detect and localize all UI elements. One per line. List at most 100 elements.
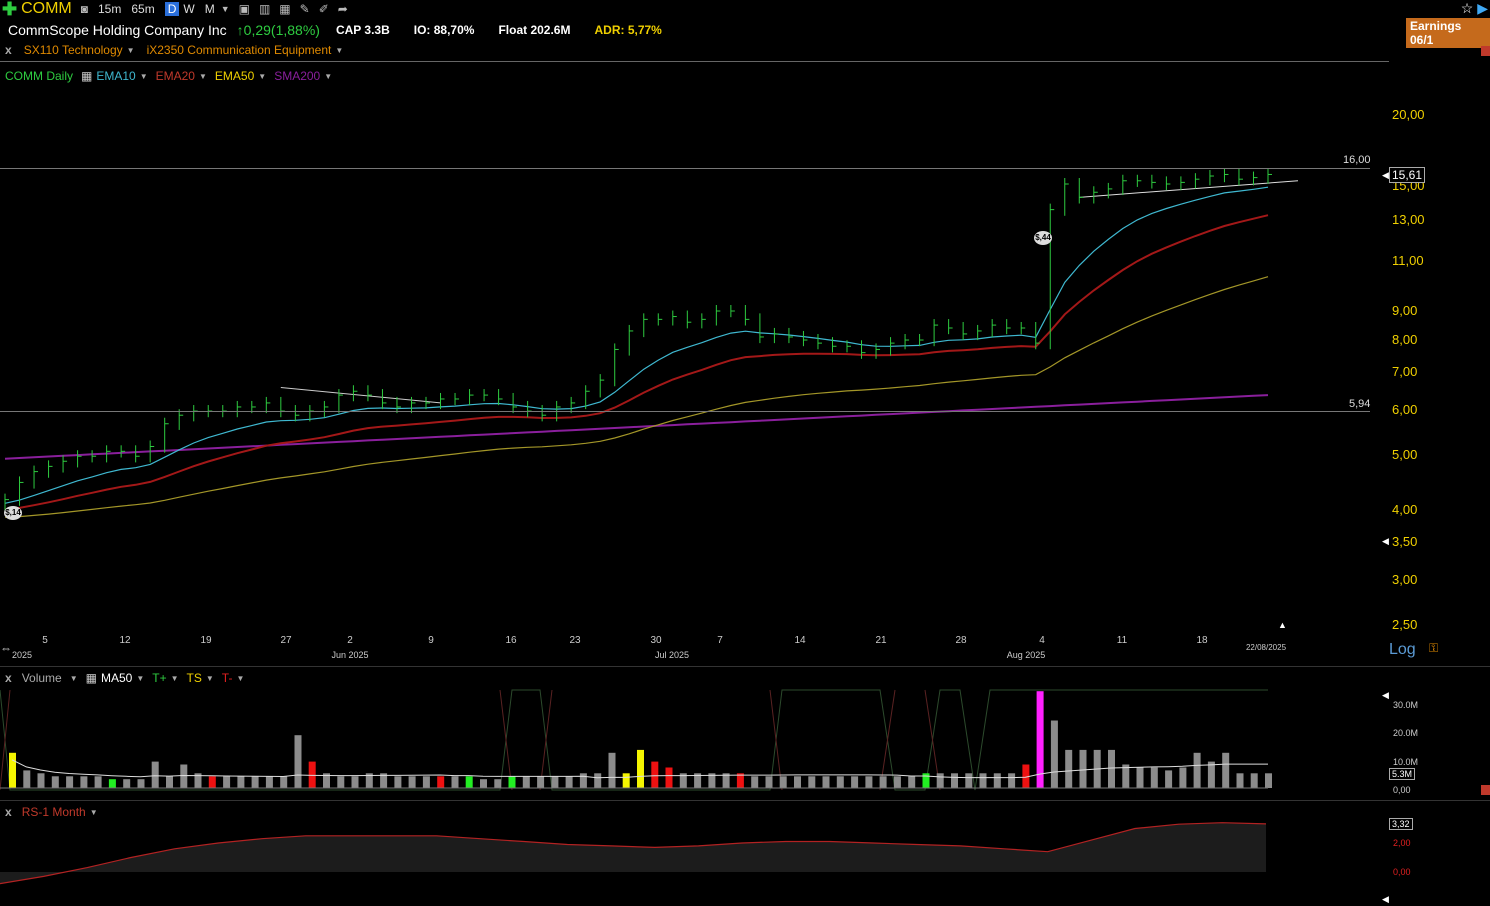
rs-chart[interactable] xyxy=(0,815,1389,906)
trendline-june xyxy=(280,386,441,404)
volume-bar xyxy=(779,776,787,788)
ohlc-bar xyxy=(294,405,300,422)
expand-arrows-icon[interactable]: ⇔ xyxy=(0,641,12,655)
panel-marker-vol[interactable] xyxy=(1481,785,1490,795)
adr: ADR: 5,77% xyxy=(594,23,662,37)
volume-bar xyxy=(223,776,231,788)
current-volume-box: 5.3M xyxy=(1389,768,1416,780)
timeframe-65m[interactable]: 65m xyxy=(131,2,154,16)
volume-bar xyxy=(151,761,159,788)
volume-table-icon[interactable]: ▦ xyxy=(86,671,97,685)
volume-bar xyxy=(751,776,759,788)
x-tick-day: 12 xyxy=(119,635,131,646)
ohlc-bar xyxy=(120,445,126,458)
volume-bar xyxy=(893,776,901,788)
tplus-dropdown-icon[interactable]: ▼ xyxy=(171,674,179,683)
timeframe-daily[interactable]: D xyxy=(164,2,180,16)
x-tick-month: Jul 2025 xyxy=(654,650,690,660)
rs-current-box: 3,32 xyxy=(1389,818,1413,830)
volume-dropdown-icon[interactable]: ▼ xyxy=(70,674,78,683)
volume-bar xyxy=(208,776,216,788)
y-tick-4: 4,00 xyxy=(1392,502,1418,517)
y-tick-9: 9,00 xyxy=(1392,303,1418,318)
sector-label[interactable]: SX110 Technology xyxy=(24,43,123,57)
tplus-label[interactable]: T+ xyxy=(152,671,166,685)
x-tick-month: Jun 2025 xyxy=(331,650,369,660)
volume-bar xyxy=(765,776,773,788)
calculator-icon[interactable]: ▦ xyxy=(279,2,290,16)
ohlc-bar xyxy=(33,465,39,489)
x-tick-month: Aug 2025 xyxy=(1006,650,1046,660)
x-tick-month: 2025 xyxy=(11,650,33,660)
volume-bar xyxy=(408,776,416,788)
sector-dropdown-icon[interactable]: ▼ xyxy=(127,46,135,55)
add-symbol-icon[interactable]: ✚ xyxy=(2,0,17,18)
ohlc-bar xyxy=(62,455,68,473)
close-volume-button[interactable]: x xyxy=(5,671,12,685)
volume-bar xyxy=(951,773,958,788)
industry-dropdown-icon[interactable]: ▼ xyxy=(335,46,343,55)
earnings-badge[interactable]: Earnings 06/1 xyxy=(1406,18,1490,48)
ohlc-bar xyxy=(483,389,489,402)
vol-tick: 20.0M xyxy=(1393,728,1419,738)
timeframe-dropdown-icon[interactable]: ▼ xyxy=(221,4,230,14)
timeframe-weekly[interactable]: W xyxy=(183,2,194,16)
bar-chart-icon[interactable]: ▥ xyxy=(259,2,270,16)
ohlc-bar xyxy=(1165,176,1171,191)
ts-dropdown-icon[interactable]: ▼ xyxy=(206,674,214,683)
play-icon[interactable]: ▶ xyxy=(1477,0,1488,16)
y-tick-6: 6,00 xyxy=(1392,402,1418,417)
volume-title[interactable]: Volume xyxy=(22,671,62,685)
volume-bar xyxy=(166,776,173,788)
volume-bar xyxy=(651,761,659,788)
panel-marker-top[interactable] xyxy=(1481,46,1490,56)
volume-chart[interactable] xyxy=(0,686,1389,794)
camera-icon[interactable]: ◙ xyxy=(81,2,88,16)
volume-bar xyxy=(1207,761,1215,788)
ohlc-bar xyxy=(1238,168,1243,186)
ohlc-bar xyxy=(193,405,198,422)
timeframe-monthly[interactable]: M xyxy=(205,2,215,16)
ohlc-bar xyxy=(1223,168,1229,183)
end-date-label: 22/08/2025 xyxy=(1245,643,1287,652)
x-tick-day: 16 xyxy=(505,635,517,646)
lock-icon[interactable]: ⚿ xyxy=(1429,641,1438,656)
template-icon[interactable]: ▣ xyxy=(239,2,250,16)
signal-band-line xyxy=(0,689,1268,791)
last-price-arrow-icon: ◀ xyxy=(1382,170,1389,180)
volume-bar xyxy=(422,776,430,788)
ohlc-bar xyxy=(1006,319,1011,335)
volume-bar xyxy=(51,776,59,788)
ohlc-bar xyxy=(1267,168,1272,184)
favorite-star-icon[interactable]: ☆ xyxy=(1461,0,1474,16)
ohlc-bar xyxy=(1252,171,1258,186)
ticker-symbol[interactable]: COMM xyxy=(21,0,72,18)
share-icon[interactable]: ➦ xyxy=(338,2,348,16)
industry-label[interactable]: iX2350 Communication Equipment xyxy=(147,43,332,57)
volume-ma[interactable]: MA50 xyxy=(101,671,132,685)
company-name: CommScope Holding Company Inc xyxy=(8,22,227,38)
timeframe-15m[interactable]: 15m xyxy=(98,2,121,16)
tminus-label[interactable]: T- xyxy=(222,671,233,685)
draw-pencil-icon[interactable]: ✎ xyxy=(300,2,310,16)
toolbar: ✚ COMM ◙ 15m 65m D W M ▼ ▣ ▥ ▦ ✎ ✐ ➦ xyxy=(0,0,1490,18)
ma-dropdown-icon[interactable]: ▼ xyxy=(136,674,144,683)
x-tick-day: 30 xyxy=(650,635,662,646)
ts-label[interactable]: TS xyxy=(187,671,202,685)
note-icon[interactable]: ✐ xyxy=(319,2,329,16)
gap-badge[interactable]: $,44 xyxy=(1034,231,1052,245)
log-scale-toggle[interactable]: Log xyxy=(1389,641,1416,659)
volume-bar xyxy=(1079,749,1087,788)
ohlc-bar xyxy=(1209,170,1214,186)
ohlc-bar xyxy=(527,400,532,418)
low-badge[interactable]: $,14 xyxy=(4,506,22,520)
ohlc-bar xyxy=(1064,177,1069,216)
tminus-dropdown-icon[interactable]: ▼ xyxy=(236,674,244,683)
scroll-up-icon[interactable]: ▲ xyxy=(1278,620,1287,630)
support-level-label: 5,94 xyxy=(1349,398,1371,410)
volume-bar xyxy=(480,779,487,788)
volume-bar xyxy=(437,776,445,788)
close-sector-button[interactable]: x xyxy=(5,43,12,57)
price-chart[interactable] xyxy=(0,62,1389,662)
x-tick-day: 18 xyxy=(1196,635,1208,646)
